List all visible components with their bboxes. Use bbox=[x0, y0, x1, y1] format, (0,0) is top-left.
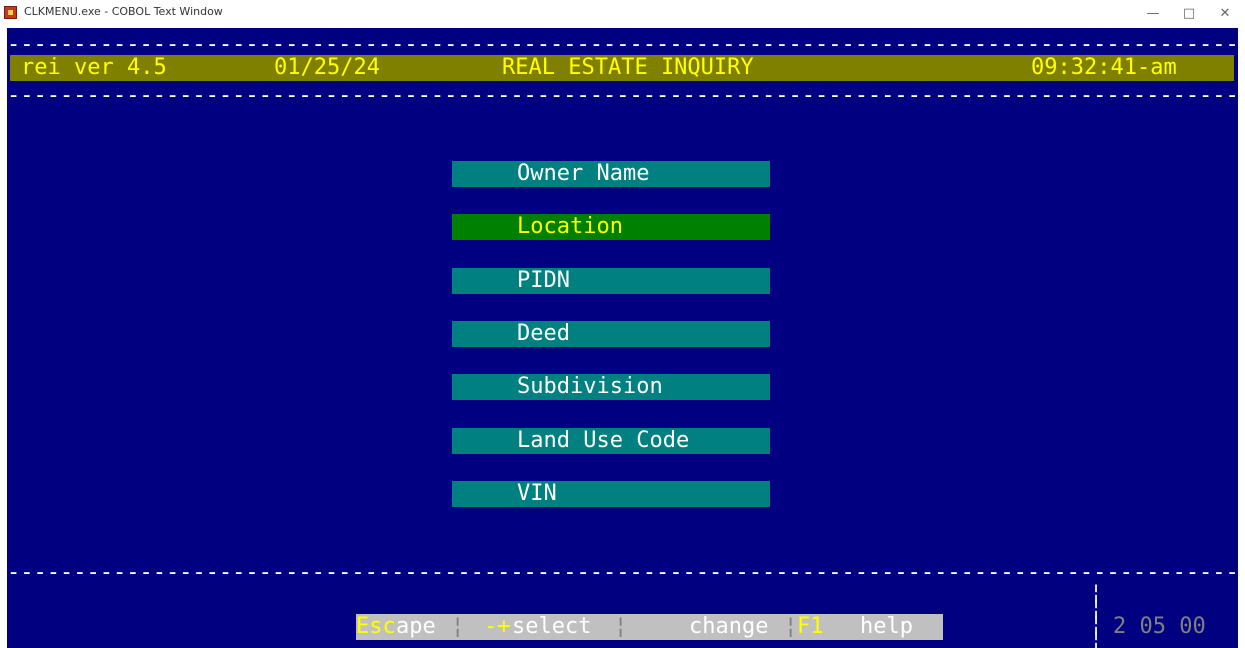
menu-item-label: VIN bbox=[517, 481, 557, 506]
header-divider: ----------------------------------------… bbox=[7, 83, 1238, 108]
help-label: help bbox=[860, 614, 913, 639]
menu-item-label: Owner Name bbox=[517, 161, 650, 186]
menu-item-pidn[interactable]: PIDN bbox=[452, 268, 770, 294]
minimize-button[interactable]: — bbox=[1135, 2, 1171, 26]
footer-separator: ¦ bbox=[451, 614, 465, 639]
footer-separator: ¦ bbox=[784, 614, 798, 639]
menu-item-vin[interactable]: VIN bbox=[452, 481, 770, 507]
select-label: select bbox=[512, 614, 592, 639]
status-code: 2 05 00 bbox=[1113, 614, 1206, 639]
footer-separator: ¦ bbox=[614, 614, 628, 639]
current-time: 09:32:41-am bbox=[1031, 55, 1177, 80]
menu-item-subdivision[interactable]: Subdivision bbox=[452, 374, 770, 400]
change-label: change bbox=[689, 614, 769, 639]
menu-item-deed[interactable]: Deed bbox=[452, 321, 770, 347]
footer-vertical-separator: ¦ ¦ ¦ ¦ bbox=[1090, 580, 1103, 648]
window-titlebar: CLKMENU.exe - COBOL Text Window — □ ✕ bbox=[0, 0, 1245, 28]
program-version: rei ver 4.5 bbox=[21, 55, 167, 80]
menu-item-label: Deed bbox=[517, 321, 570, 346]
menu-item-label: PIDN bbox=[517, 268, 570, 293]
menu-item-location[interactable]: Location bbox=[452, 214, 770, 240]
select-keys[interactable]: -+ bbox=[484, 614, 511, 640]
menu-item-label: Land Use Code bbox=[517, 428, 690, 453]
function-key-bar: Esc ape ¦ -+ select ¦ change ¦ F1 help bbox=[356, 614, 943, 640]
status-bar: rei ver 4.5 01/25/24 REAL ESTATE INQUIRY… bbox=[10, 55, 1234, 81]
app-icon bbox=[4, 6, 17, 19]
escape-key[interactable]: Esc bbox=[356, 614, 396, 640]
menu-item-label: Location bbox=[517, 214, 623, 239]
footer-divider: ----------------------------------------… bbox=[7, 560, 1238, 585]
window-title: CLKMENU.exe - COBOL Text Window bbox=[24, 5, 223, 18]
screen-title: REAL ESTATE INQUIRY bbox=[502, 55, 754, 80]
console-screen: ----------------------------------------… bbox=[7, 28, 1238, 648]
menu-item-owner-name[interactable]: Owner Name bbox=[452, 161, 770, 187]
f1-key[interactable]: F1 bbox=[797, 614, 824, 640]
menu-item-land-use-code[interactable]: Land Use Code bbox=[452, 428, 770, 454]
maximize-button[interactable]: □ bbox=[1171, 2, 1207, 26]
current-date: 01/25/24 bbox=[274, 55, 380, 80]
menu-item-label: Subdivision bbox=[517, 374, 663, 399]
escape-label: ape bbox=[396, 614, 436, 639]
close-button[interactable]: ✕ bbox=[1207, 2, 1243, 26]
